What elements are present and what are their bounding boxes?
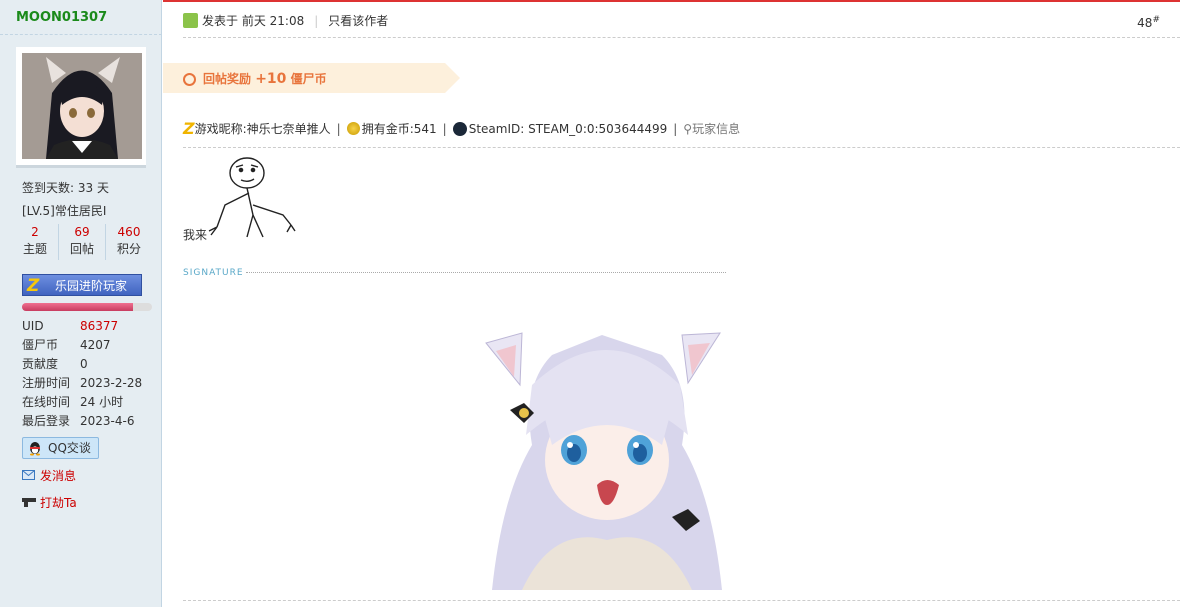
reply-reward-banner: 回帖奖励 +10 僵尸币 (163, 63, 460, 93)
medal-label: 乐园进阶玩家 (55, 279, 128, 293)
qq-chat-button[interactable]: QQ交谈 (22, 437, 99, 459)
field-label: 僵尸币 (22, 338, 59, 352)
field-label: 最后登录 (22, 414, 71, 428)
field-uid: UID 86377 (22, 317, 118, 336)
reward-amount: +10 (255, 71, 287, 87)
field-register-time: 注册时间 2023-2-28 (22, 374, 142, 393)
floor-number[interactable]: 48# (1137, 15, 1160, 30)
medal-badge[interactable]: Z 乐园进阶玩家 (22, 274, 142, 296)
floor-value: 48 (1137, 16, 1153, 30)
magnifier-icon: ⚲ (683, 121, 693, 136)
user-sidebar: MOON01307 签到天数: 33 天 [LV.5]常住居民I 2 主题 69 回… (0, 0, 162, 607)
send-message-link[interactable]: 发消息 (22, 467, 76, 484)
reward-label: 回帖奖励 (203, 72, 252, 86)
divider (183, 600, 1180, 601)
separator: | (442, 121, 447, 136)
qq-penguin-icon (27, 440, 43, 462)
field-value[interactable]: 86377 (80, 319, 118, 333)
steam-id[interactable]: SteamID: STEAM_0:0:503644499 (469, 122, 668, 136)
player-info-link[interactable]: 玩家信息 (692, 120, 740, 137)
stat-replies[interactable]: 69 回帖 (59, 224, 106, 260)
online-user-icon (183, 13, 198, 28)
z-logo-icon: Z (27, 276, 40, 296)
user-level[interactable]: [LV.5]常住居民I (22, 202, 106, 219)
reward-text: 回帖奖励 +10 僵尸币 (203, 70, 327, 87)
field-online-time: 在线时间 24 小时 (22, 393, 123, 412)
field-label: 注册时间 (22, 376, 71, 390)
stat-points[interactable]: 460 积分 (106, 224, 152, 260)
post-time: 发表于 前天 21:08 (202, 14, 305, 28)
rob-user-link[interactable]: 打劫Ta (22, 494, 77, 511)
gun-icon (22, 496, 36, 510)
field-value: 2023-2-28 (80, 376, 143, 390)
progress-fill (22, 303, 133, 311)
send-message-label: 发消息 (40, 469, 77, 483)
avatar-frame (16, 47, 146, 168)
username[interactable]: MOON01307 (0, 10, 162, 25)
divider (183, 37, 1180, 38)
stat-threads[interactable]: 2 主题 (12, 224, 59, 260)
reward-circle-icon (183, 73, 196, 86)
signature-image (462, 295, 752, 593)
only-author-link[interactable]: 只看该作者 (328, 12, 388, 29)
field-value: 0 (80, 357, 88, 371)
top-accent-line (163, 0, 1180, 2)
gold-coin-icon (346, 122, 360, 135)
field-last-login: 最后登录 2023-4-6 (22, 412, 134, 431)
stat-label: 回帖 (69, 242, 94, 256)
field-label: 贡献度 (22, 357, 59, 371)
game-nickname: 游戏昵称:神乐七奈单推人 (194, 122, 331, 136)
stat-value[interactable]: 460 (106, 224, 152, 240)
field-value: 2023-4-6 (80, 414, 135, 428)
stat-label: 积分 (116, 242, 141, 256)
stat-value[interactable]: 69 (59, 224, 105, 240)
field-value: 24 小时 (80, 395, 124, 409)
stat-value[interactable]: 2 (12, 224, 58, 240)
field-label: 在线时间 (22, 395, 71, 409)
signature-divider (246, 272, 726, 273)
avatar[interactable] (22, 53, 142, 159)
envelope-icon (22, 469, 36, 483)
checkin-days: 签到天数: 33 天 (22, 181, 109, 195)
user-stats: 2 主题 69 回帖 460 积分 (12, 224, 152, 260)
reward-unit: 僵尸币 (290, 72, 327, 86)
level-progress-bar (22, 303, 152, 311)
stat-label: 主题 (22, 242, 47, 256)
gold-count: 拥有金币:541 (361, 122, 437, 136)
field-value: 4207 (80, 338, 111, 352)
separator: | (336, 121, 341, 136)
divider (0, 34, 162, 35)
qq-label: QQ交谈 (48, 441, 91, 455)
signature-label: SIGNATURE (183, 268, 244, 278)
z-logo-icon: Z (183, 119, 195, 138)
post-header: 发表于 前天 21:08 | 只看该作者 (183, 12, 388, 29)
field-contribution: 贡献度 0 (22, 355, 88, 374)
field-coins: 僵尸币 4207 (22, 336, 111, 355)
rob-label: 打劫Ta (40, 496, 77, 510)
user-game-info: Z 游戏昵称:神乐七奈单推人 | 拥有金币:541 | SteamID: STEA… (183, 119, 740, 138)
floor-mark: # (1152, 15, 1160, 25)
separator: | (314, 13, 319, 28)
meme-sticker (205, 155, 300, 243)
steam-icon (452, 121, 467, 136)
divider (183, 147, 1180, 148)
post-message: 我来 (183, 228, 208, 242)
separator: | (673, 121, 678, 136)
field-label: UID (22, 319, 44, 333)
